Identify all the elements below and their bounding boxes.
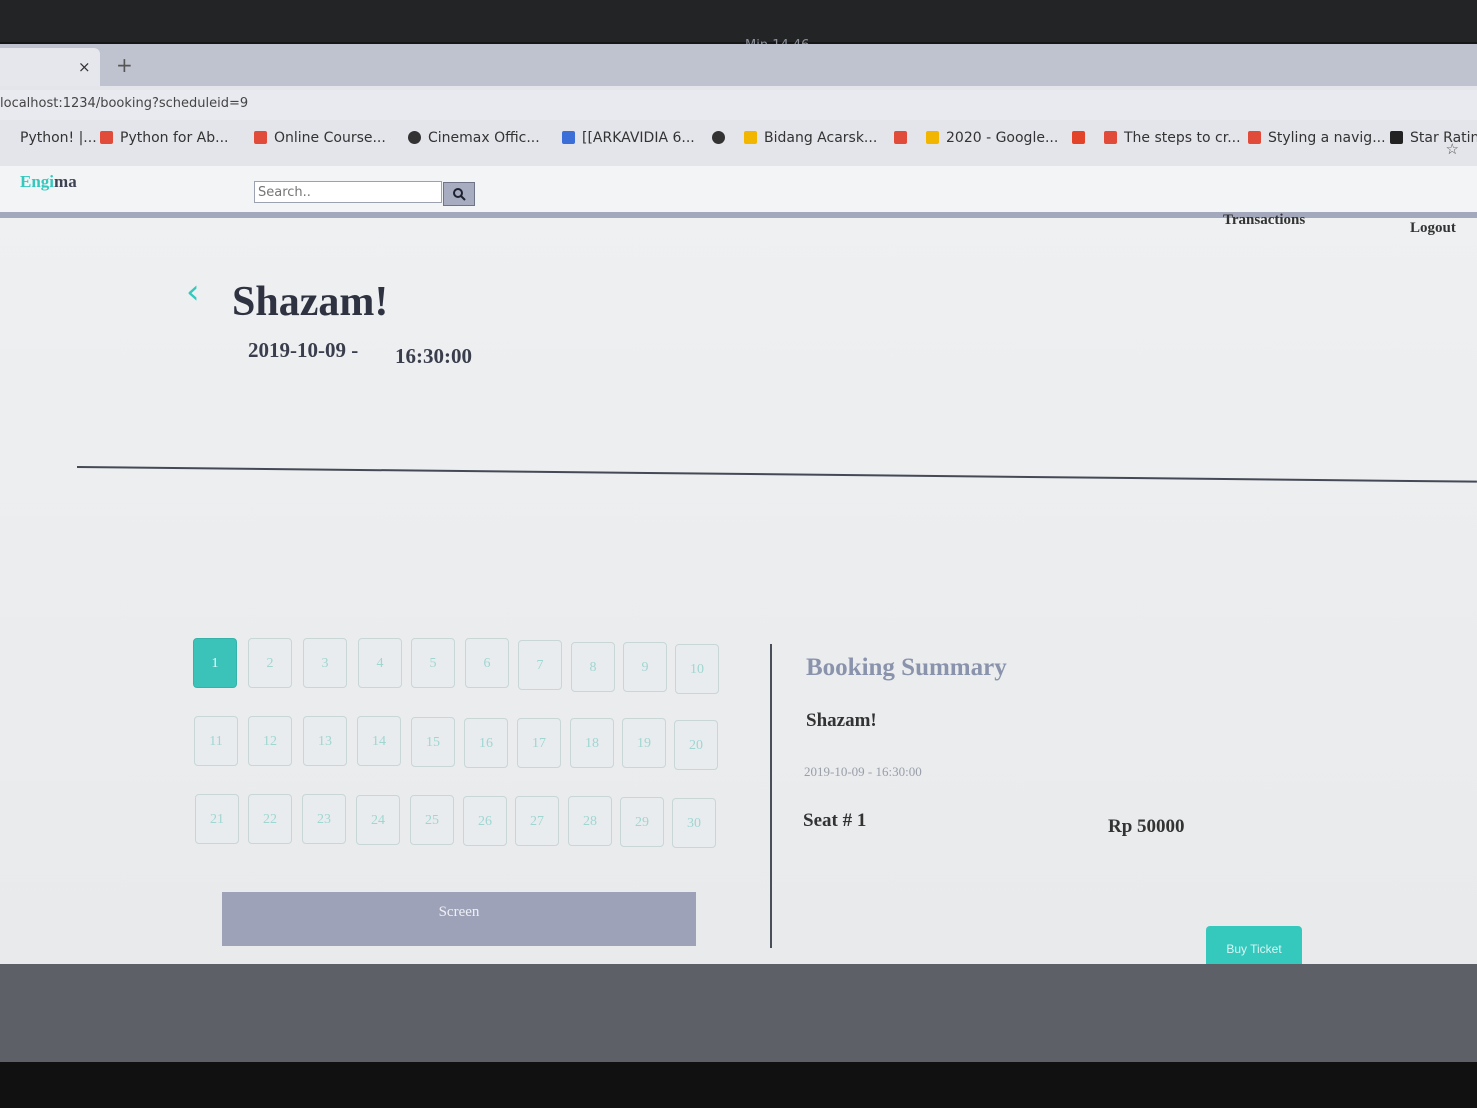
seat-button[interactable]: 12: [248, 716, 292, 766]
seat-button[interactable]: 7: [518, 640, 562, 690]
movie-title: Shazam!: [232, 279, 389, 325]
bottom-bezel: [0, 1062, 1477, 1108]
seat-button[interactable]: 11: [194, 716, 238, 766]
vertical-divider: [770, 644, 772, 948]
bookmark-star-icon[interactable]: ☆: [1446, 140, 1459, 158]
bookmark-item[interactable]: Bidang Acarsk...: [744, 130, 877, 146]
seat-button[interactable]: 5: [411, 638, 455, 688]
bookmark-item[interactable]: Python! |...: [0, 130, 97, 146]
drive-icon: [744, 131, 757, 144]
globe-icon: [408, 131, 421, 144]
bookmark-item[interactable]: [[ARKAVIDIA 6...: [562, 130, 695, 146]
seat-button[interactable]: 15: [411, 717, 455, 767]
seat-button[interactable]: 27: [515, 796, 559, 846]
seat-button[interactable]: 24: [356, 795, 400, 845]
seat-button[interactable]: 1: [193, 638, 237, 688]
seat-button[interactable]: 19: [622, 718, 666, 768]
slides-icon: [1104, 131, 1117, 144]
summary-movie-title: Shazam!: [806, 710, 877, 731]
seat-button[interactable]: 2: [248, 638, 292, 688]
seat-button[interactable]: 30: [672, 798, 716, 848]
seat-button[interactable]: 13: [303, 716, 347, 766]
taskbar: [0, 964, 1477, 1062]
slides-icon: [1248, 131, 1261, 144]
section-divider: [76, 466, 1477, 483]
gitlab-icon: [1072, 131, 1085, 144]
bookmark-item[interactable]: The steps to cr...: [1104, 130, 1241, 146]
movie-time: 16:30:00: [395, 344, 472, 368]
seat-button[interactable]: 22: [248, 794, 292, 844]
seat-button[interactable]: 20: [674, 720, 718, 770]
seat-button[interactable]: 18: [570, 718, 614, 768]
search-input[interactable]: [254, 181, 442, 203]
seat-button[interactable]: 26: [463, 796, 507, 846]
bookmark-item[interactable]: [894, 130, 914, 146]
screen-indicator: Screen: [222, 892, 696, 946]
seat-button[interactable]: 28: [568, 796, 612, 846]
python-icon: [0, 131, 13, 144]
globe-icon: [712, 131, 725, 144]
bookmark-item[interactable]: Python for Ab...: [100, 130, 229, 146]
summary-seat: Seat # 1: [803, 810, 867, 831]
z-icon: [1390, 131, 1403, 144]
site-logo[interactable]: Engima: [20, 172, 77, 192]
seat-button[interactable]: 25: [410, 795, 454, 845]
nav-logout-link[interactable]: Logout: [1410, 220, 1456, 237]
bookmark-item[interactable]: Cinemax Offic...: [408, 130, 540, 146]
bookmark-item[interactable]: Star Rating: [1390, 130, 1477, 146]
bookmarks-bar: Python! |... Python for Ab... Online Cou…: [0, 124, 1477, 156]
drive-icon: [926, 131, 939, 144]
nav-transactions-link[interactable]: Transactions: [1223, 212, 1305, 229]
url-text[interactable]: localhost:1234/booking?scheduleid=9: [0, 96, 248, 111]
seat-button[interactable]: 23: [302, 794, 346, 844]
seat-button[interactable]: 21: [195, 794, 239, 844]
slides-icon: [894, 131, 907, 144]
bookmark-item[interactable]: 2020 - Google...: [926, 130, 1058, 146]
search-button[interactable]: [443, 182, 475, 206]
udemy-icon: [100, 131, 113, 144]
bookmark-item[interactable]: [712, 130, 732, 146]
summary-price: Rp 50000: [1108, 816, 1185, 837]
bookmark-item[interactable]: Styling a navig...: [1248, 130, 1386, 146]
site-page: Engima Transactions Logout ‹ Shazam! 201…: [0, 166, 1477, 972]
seat-button[interactable]: 6: [465, 638, 509, 688]
site-navbar: Engima Transactions Logout: [0, 166, 1477, 236]
address-bar[interactable]: localhost:1234/booking?scheduleid=9: [0, 90, 1477, 120]
browser-window: × + localhost:1234/booking?scheduleid=9 …: [0, 44, 1477, 972]
browser-tab[interactable]: ×: [0, 48, 100, 86]
tab-strip: × +: [0, 44, 1477, 86]
udemy-icon: [254, 131, 267, 144]
bookmark-item[interactable]: Online Course...: [254, 130, 386, 146]
back-arrow-icon[interactable]: ‹: [186, 272, 200, 312]
seat-button[interactable]: 14: [357, 716, 401, 766]
seat-button[interactable]: 4: [358, 638, 402, 688]
summary-datetime: 2019-10-09 - 16:30:00: [804, 764, 922, 779]
seat-button[interactable]: 3: [303, 638, 347, 688]
seat-button[interactable]: 9: [623, 642, 667, 692]
seat-button[interactable]: 8: [571, 642, 615, 692]
bookmark-item[interactable]: [1072, 130, 1092, 146]
seat-button[interactable]: 10: [675, 644, 719, 694]
new-tab-button[interactable]: +: [116, 53, 133, 77]
system-topbar: [0, 0, 1477, 42]
movie-date: 2019-10-09 -: [248, 338, 359, 362]
close-tab-icon[interactable]: ×: [78, 58, 91, 76]
seat-button[interactable]: 17: [517, 718, 561, 768]
docs-icon: [562, 131, 575, 144]
search-icon: [453, 188, 466, 201]
seat-button[interactable]: 16: [464, 718, 508, 768]
seat-button[interactable]: 29: [620, 797, 664, 847]
booking-summary-title: Booking Summary: [806, 654, 1007, 681]
